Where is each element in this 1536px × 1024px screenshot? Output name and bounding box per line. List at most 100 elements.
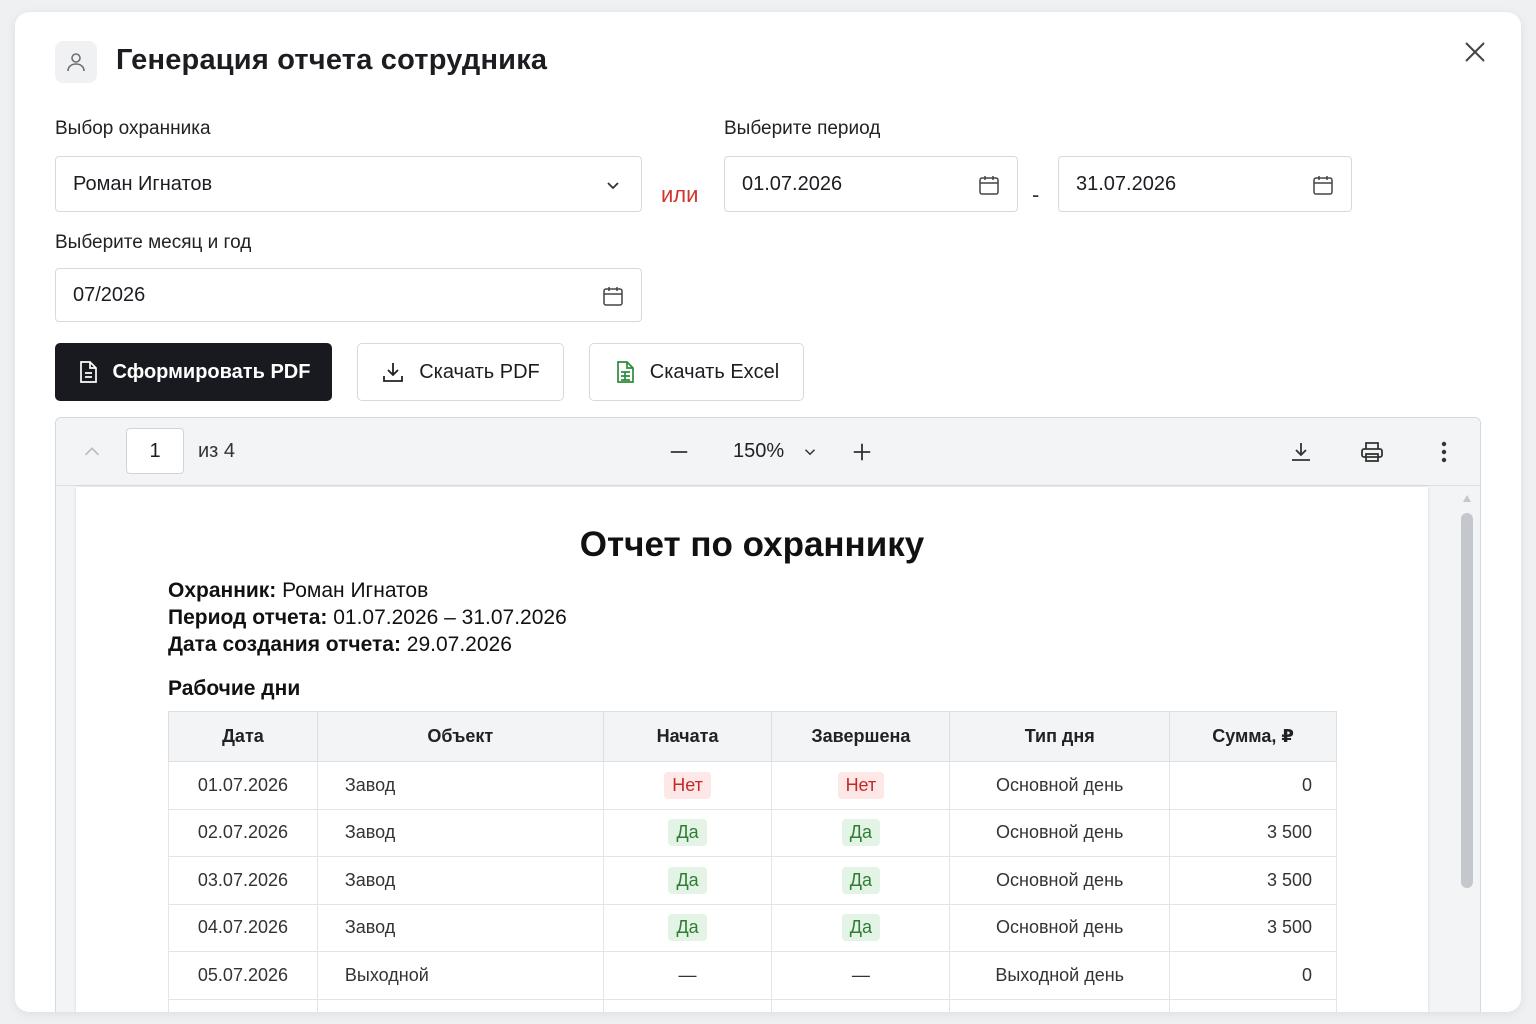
status-badge: Да — [841, 914, 880, 942]
download-excel-button[interactable]: Скачать Excel — [589, 343, 804, 401]
cell-date: 05.07.2026 — [168, 951, 318, 1000]
or-separator: или — [661, 182, 699, 207]
month-year-input[interactable]: 07/2026 — [55, 268, 642, 322]
guard-label: Выбор охранника — [55, 118, 211, 139]
download-icon — [1292, 443, 1310, 461]
report-period-key: Период отчета: — [168, 606, 328, 629]
cell-day-type: Основной день — [949, 761, 1171, 810]
cell-finished — [771, 998, 951, 1012]
report-period-line: Период отчета: 01.07.2026 – 31.07.2026 — [168, 606, 567, 630]
user-icon — [55, 41, 97, 83]
print-button[interactable] — [1358, 438, 1386, 466]
guard-select-value: Роман Игнатов — [73, 172, 213, 195]
pdf-page: Отчет по охраннику Охранник: Роман Игнат… — [76, 487, 1428, 1012]
status-badge: Нет — [664, 771, 711, 799]
cell-day-type: Основной день — [949, 903, 1171, 952]
cell-sum — [1169, 998, 1337, 1012]
cell-object: Завод — [316, 808, 604, 857]
cell-sum: 3 500 — [1169, 808, 1337, 857]
col-header-sum: Сумма, ₽ — [1169, 711, 1337, 762]
report-guard-key: Охранник: — [168, 579, 277, 602]
printer-icon — [1361, 442, 1383, 462]
viewer-download-button[interactable] — [1287, 438, 1315, 466]
status-badge: Да — [668, 914, 707, 942]
download-pdf-button[interactable]: Скачать PDF — [357, 343, 564, 401]
table-row: 02.07.2026 Завод Да Да Основной день 3 5… — [168, 808, 1337, 857]
cell-finished: — — [771, 951, 951, 1000]
report-created-key: Дата создания отчета: — [168, 633, 401, 656]
scrollbar-thumb[interactable] — [1461, 513, 1473, 888]
more-vertical-icon — [1441, 441, 1447, 463]
cell-started: Да — [602, 808, 773, 857]
prev-page-button[interactable] — [78, 438, 106, 466]
spreadsheet-icon — [616, 361, 634, 383]
calendar-icon[interactable] — [1311, 173, 1335, 197]
report-created-value: 29.07.2026 — [406, 633, 512, 656]
cell-date: 04.07.2026 — [168, 903, 318, 952]
more-options-button[interactable] — [1430, 438, 1458, 466]
cell-finished: Да — [771, 808, 951, 857]
file-icon — [79, 361, 97, 383]
page-count: из 4 — [198, 440, 236, 462]
chevron-down-icon — [804, 449, 816, 456]
zoom-in-button[interactable] — [848, 438, 876, 466]
status-badge: Нет — [837, 771, 885, 799]
zoom-out-button[interactable] — [665, 438, 693, 466]
pdf-toolbar: 1 из 4 150% — [56, 418, 1480, 486]
table-row: 04.07.2026 Завод Да Да Основной день 3 5… — [168, 903, 1337, 952]
download-excel-label: Скачать Excel — [649, 360, 780, 383]
download-pdf-label: Скачать PDF — [419, 360, 540, 383]
report-created-line: Дата создания отчета: 29.07.2026 — [168, 633, 512, 657]
table-row — [168, 998, 1337, 1012]
cell-started: Нет — [602, 761, 773, 810]
table-row: 03.07.2026 Завод Да Да Основной день 3 5… — [168, 856, 1337, 905]
cell-day-type — [949, 998, 1171, 1012]
month-year-value: 07/2026 — [73, 283, 146, 306]
cell-day-type: Основной день — [949, 856, 1171, 905]
close-button[interactable] — [1459, 36, 1491, 68]
col-header-object: Объект — [316, 711, 604, 762]
cell-started: Да — [602, 903, 773, 952]
col-header-day-type: Тип дня — [949, 711, 1171, 762]
cell-object: Завод — [316, 903, 604, 952]
zoom-level[interactable]: 150% — [733, 440, 784, 463]
generate-pdf-label: Сформировать PDF — [112, 360, 311, 383]
cell-finished: Нет — [771, 761, 951, 810]
download-icon — [383, 363, 404, 382]
cell-started: Да — [602, 856, 773, 905]
report-guard-value: Роман Игнатов — [282, 579, 429, 602]
calendar-icon[interactable] — [601, 284, 625, 308]
report-title: Отчет по охраннику — [579, 525, 925, 564]
period-to-input[interactable]: 31.07.2026 — [1058, 156, 1352, 212]
dialog-title: Генерация отчета сотрудника — [116, 44, 548, 76]
minus-icon — [670, 451, 688, 453]
col-header-started: Начата — [602, 711, 773, 762]
cell-sum: 0 — [1169, 951, 1337, 1000]
zoom-dropdown-button[interactable] — [798, 440, 822, 464]
report-period-value: 01.07.2026 – 31.07.2026 — [333, 606, 567, 629]
page-number-input[interactable]: 1 — [126, 428, 184, 474]
period-from-value: 01.07.2026 — [742, 172, 843, 195]
period-from-input[interactable]: 01.07.2026 — [724, 156, 1018, 212]
status-badge: Да — [841, 866, 880, 894]
cell-day-type: Основной день — [949, 808, 1171, 857]
cell-date: 01.07.2026 — [168, 761, 318, 810]
col-header-date: Дата — [168, 711, 318, 762]
cell-day-type: Выходной день — [949, 951, 1171, 1000]
report-dialog: Генерация отчета сотрудника Выбор охранн… — [15, 12, 1521, 1012]
generate-pdf-button[interactable]: Сформировать PDF — [55, 343, 332, 401]
status-badge: Да — [668, 819, 707, 847]
workdays-section-title: Рабочие дни — [168, 677, 301, 700]
scroll-up-arrow-icon[interactable] — [1462, 494, 1472, 504]
cell-object: Завод — [316, 856, 604, 905]
guard-select[interactable]: Роман Игнатов — [55, 156, 642, 212]
pdf-viewer: 1 из 4 150% Отчет по охраннику Охранник:… — [55, 417, 1481, 1012]
cell-object: Завод — [316, 761, 604, 810]
period-label: Выберите период — [724, 118, 881, 139]
calendar-icon[interactable] — [977, 173, 1001, 197]
cell-date: 03.07.2026 — [168, 856, 318, 905]
cell-object: Выходной — [316, 951, 604, 1000]
cell-finished: Да — [771, 903, 951, 952]
cell-object — [316, 998, 604, 1012]
cell-started — [602, 998, 773, 1012]
